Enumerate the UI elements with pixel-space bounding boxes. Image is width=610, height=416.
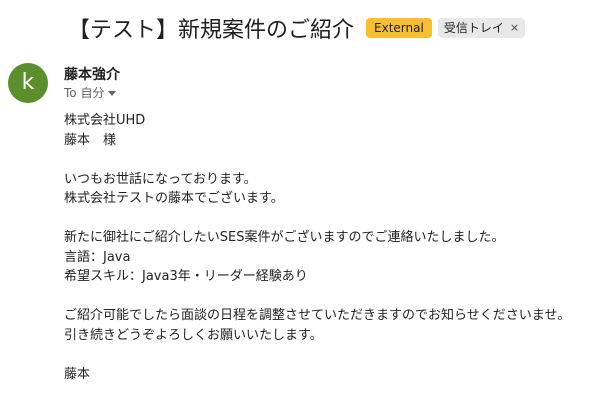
body-line: 藤本 様 — [64, 132, 117, 148]
body-line: 希望スキル：Java3年・リーダー経験あり — [64, 269, 308, 284]
body-line: ご紹介可能でしたら面談の日程を調整させていただきますのでお知らせくださいませ。 — [64, 308, 571, 323]
avatar-letter: k — [21, 70, 35, 95]
email-body: 株式会社UHD 藤本 様 いつもお世話になっております。 株式会社テストの藤本で… — [64, 111, 604, 384]
inbox-label-text: 受信トレイ — [443, 21, 504, 35]
recipient-text: To 自分 — [64, 86, 105, 100]
sender-avatar[interactable]: k — [8, 63, 48, 103]
external-label[interactable]: External — [366, 18, 432, 38]
body-line: 藤本 — [64, 366, 91, 382]
email-view: 【テスト】新規案件のご紹介 External 受信トレイ × k 藤本強介 To… — [0, 0, 610, 416]
body-line: 言語：Java — [64, 249, 131, 265]
remove-label-icon[interactable]: × — [510, 21, 519, 35]
body-line: 引き続きどうぞよろしくお願いいたします。 — [64, 327, 323, 343]
sender-name[interactable]: 藤本強介 — [64, 64, 120, 84]
body-line: 株式会社テストの藤本でございます。 — [64, 191, 284, 206]
chevron-down-icon — [108, 90, 117, 96]
body-line: 株式会社UHD — [64, 113, 146, 128]
subject-row: 【テスト】新規案件のご紹介 External 受信トレイ × — [68, 8, 526, 48]
body-line: いつもお世話になっております。 — [64, 171, 257, 187]
email-subject: 【テスト】新規案件のご紹介 — [68, 18, 355, 43]
body-line: 新たに御社にご紹介したいSES案件がございますのでご連絡いたしました。 — [64, 230, 505, 245]
recipient-details-toggle[interactable]: To 自分 — [64, 84, 117, 101]
inbox-label[interactable]: 受信トレイ × — [437, 18, 526, 38]
